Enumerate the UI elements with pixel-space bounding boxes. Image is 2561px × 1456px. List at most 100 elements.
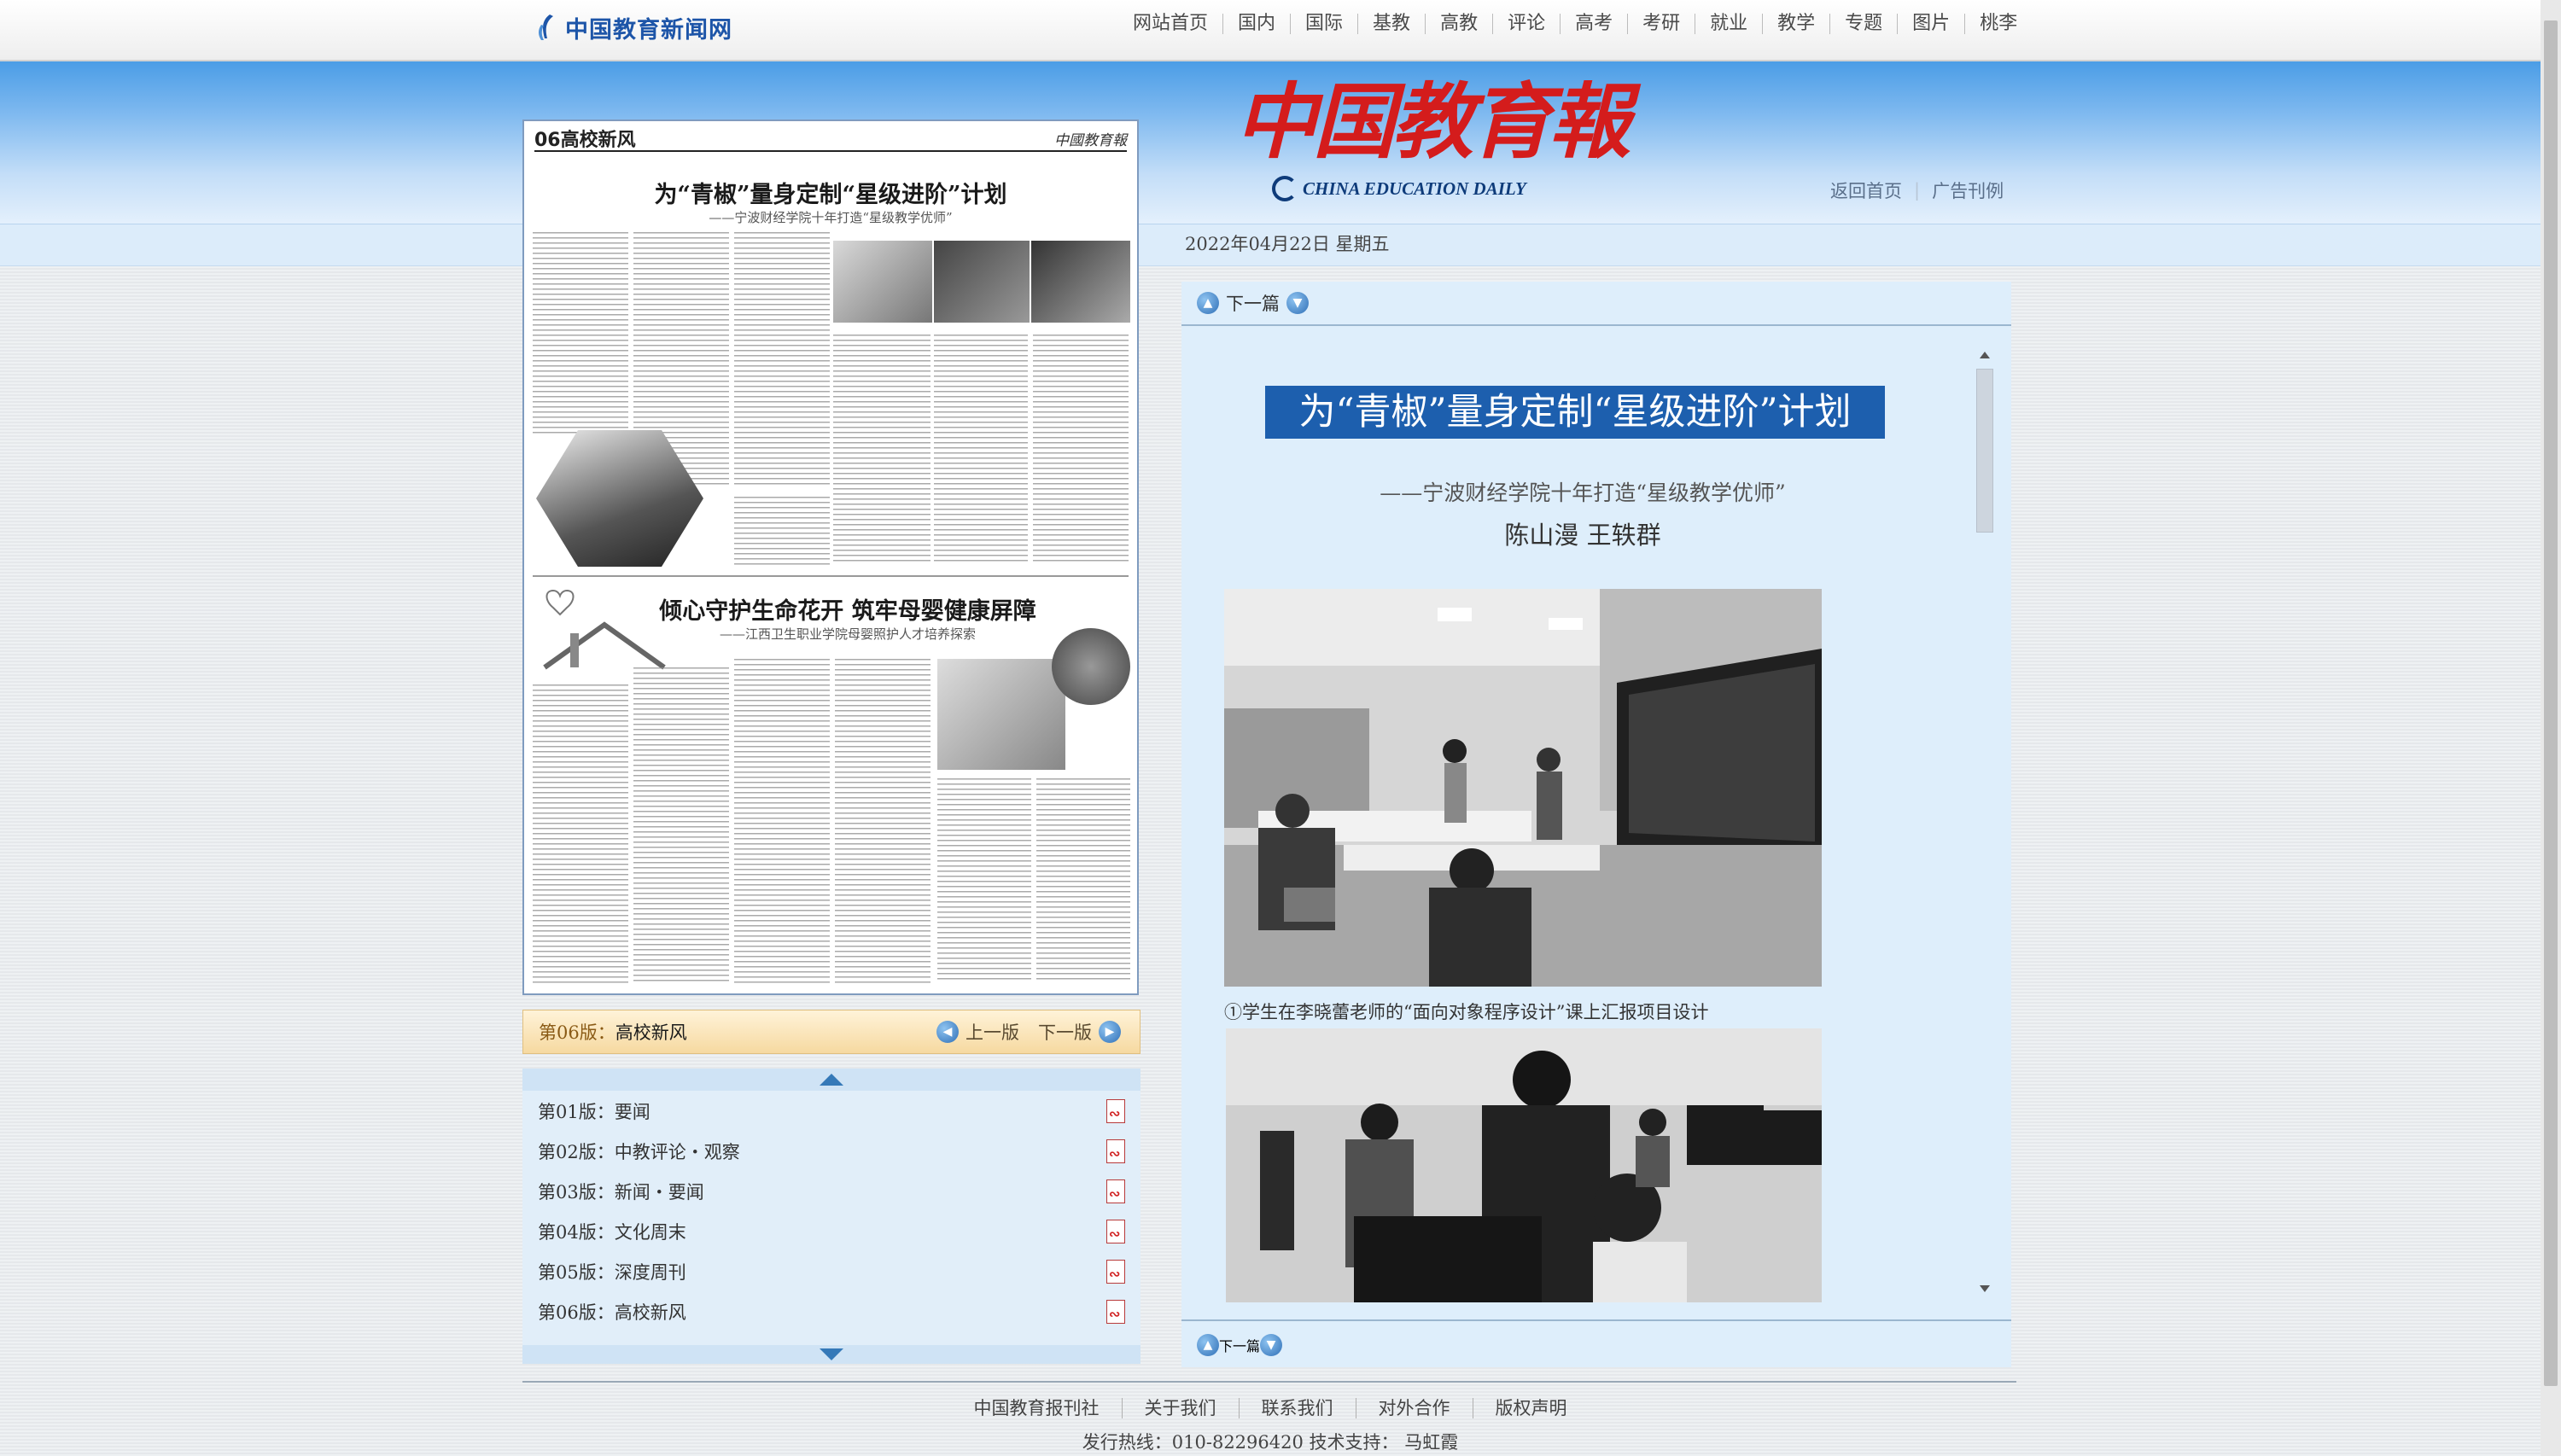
computer-lab-photo (1226, 1028, 1822, 1302)
nav-item-teaching[interactable]: 教学 (1762, 14, 1829, 34)
article-top-toolbar: ▲ 下一篇 ▼ (1181, 282, 2011, 326)
current-page-label: 第06版：高校新风 (539, 1019, 936, 1045)
pdf-icon[interactable]: ∾ (1106, 1220, 1127, 1243)
nav-item-basic-edu[interactable]: 基教 (1357, 14, 1425, 34)
np-mast: 中國教育報 (1054, 131, 1127, 149)
np-headline-1[interactable]: 为“青椒”量身定制“星级进阶”计划 (524, 176, 1137, 209)
article-scrollbar[interactable] (1974, 350, 1996, 1294)
ad-rates-link[interactable]: 广告刊例 (1920, 178, 2016, 203)
page-list-label[interactable]: 第03版：新闻・要闻 (538, 1179, 704, 1204)
footer-divider (522, 1381, 2016, 1383)
prev-circle-icon[interactable]: ▲ (1197, 1334, 1219, 1356)
scroll-thumb[interactable] (1976, 369, 1993, 533)
page-list-scroll-up[interactable] (522, 1069, 1140, 1091)
masthead-title: 中国教育報 (1234, 73, 1631, 170)
top-nav: 网站首页 国内 国际 基教 高教 评论 高考 考研 就业 教学 专题 图片 桃李 (1118, 10, 2032, 38)
site-logo[interactable]: 中国教育新闻网 (536, 10, 732, 44)
np-text-column (833, 335, 930, 565)
np-text-column (533, 684, 628, 983)
article-authors: 陈山漫 王轶群 (1504, 521, 1661, 550)
newspaper-page-thumbnail[interactable]: 06高校新风 中國教育報 为“青椒”量身定制“星级进阶”计划 ——宁波财经学院十… (522, 119, 1139, 995)
np-text-column (633, 667, 729, 983)
np-text-column (835, 659, 930, 983)
footer-link-cooperation[interactable]: 对外合作 (1355, 1398, 1473, 1418)
pdf-icon[interactable]: ∾ (1106, 1139, 1127, 1163)
nav-item-topics[interactable]: 专题 (1829, 14, 1897, 34)
nav-item-home[interactable]: 网站首页 (1118, 14, 1222, 34)
footer-link-about[interactable]: 关于我们 (1121, 1398, 1239, 1418)
current-page-prefix: 第06版： (539, 1022, 615, 1043)
page-list-item[interactable]: 第02版：中教评论・观察 ∾ (538, 1134, 1127, 1168)
article-subtitle: ——宁波财经学院十年打造“星级教学优师” (1380, 480, 1786, 505)
footer-link-press[interactable]: 中国教育报刊社 (952, 1398, 1122, 1418)
nav-item-commentary[interactable]: 评论 (1492, 14, 1560, 34)
footer-contact-line: 发行热线：010-82296420 技术支持： 马虹霞 (1082, 1432, 1459, 1453)
page-list-label[interactable]: 第02版：中教评论・观察 (538, 1139, 740, 1164)
prev-circle-icon[interactable]: ▲ (1197, 292, 1219, 314)
scroll-up-arrow-icon[interactable] (1980, 352, 1990, 358)
window-scrollbar[interactable] (2541, 0, 2561, 1456)
pdf-icon[interactable]: ∾ (1106, 1099, 1127, 1123)
nav-item-gaokao[interactable]: 高考 (1560, 14, 1627, 34)
page-list-item[interactable]: 第01版：要闻 ∾ (538, 1094, 1127, 1128)
page-list-scroll-down[interactable] (522, 1345, 1140, 1364)
page-list-item[interactable]: 第04版：文化周末 ∾ (538, 1214, 1127, 1249)
masthead-en: CHINA EDUCATION DAILY (1272, 176, 1526, 201)
article-photo-2 (1226, 1028, 1822, 1302)
np-photo (937, 659, 1065, 770)
masthead-en-text: CHINA EDUCATION DAILY (1303, 178, 1526, 199)
page-list-label[interactable]: 第04版：文化周末 (538, 1219, 686, 1244)
np-photo (934, 241, 1030, 323)
np-page-header: 06高校新风 中國教育報 (534, 126, 1127, 152)
window-scroll-thumb[interactable] (2544, 20, 2558, 1386)
next-article-link[interactable]: 下一篇 (1226, 290, 1280, 316)
nav-item-kaoyan[interactable]: 考研 (1627, 14, 1695, 34)
arrow-up-icon[interactable] (820, 1074, 843, 1086)
page-list-label[interactable]: 第01版：要闻 (538, 1098, 650, 1124)
back-home-link[interactable]: 返回首页 (1818, 178, 1914, 203)
np-text-column (1036, 778, 1130, 983)
scroll-down-arrow-icon[interactable] (1980, 1285, 1990, 1292)
article-body: 为“青椒”量身定制“星级进阶”计划 ——宁波财经学院十年打造“星级教学优师” 陈… (1181, 341, 2011, 1302)
classroom-photo (1224, 589, 1822, 987)
nav-item-employment[interactable]: 就业 (1695, 14, 1762, 34)
next-page-button[interactable]: 下一版 ▶ (1038, 1019, 1121, 1045)
header-divider: | (1914, 180, 1921, 201)
footer-link-contact[interactable]: 联系我们 (1238, 1398, 1356, 1418)
prev-page-button[interactable]: ◀ 上一版 (936, 1019, 1019, 1045)
page-nav-bar: 第06版：高校新风 ◀ 上一版 下一版 ▶ (522, 1010, 1140, 1054)
next-article-link-bottom[interactable]: 下一篇 (1219, 1335, 1260, 1355)
next-circle-icon[interactable]: ▼ (1286, 292, 1309, 314)
nav-item-international[interactable]: 国际 (1290, 14, 1357, 34)
np-photo (833, 241, 932, 323)
article-panel: ▲ 下一篇 ▼ 为“青椒”量身定制“星级进阶”计划 ——宁波财经学院十年打造“星… (1181, 282, 2011, 1367)
page-list-label[interactable]: 第05版：深度周刊 (538, 1259, 686, 1284)
pdf-icon[interactable]: ∾ (1106, 1179, 1127, 1203)
page-list: 第01版：要闻 ∾ 第02版：中教评论・观察 ∾ 第03版：新闻・要闻 ∾ 第0… (522, 1069, 1140, 1364)
issue-date: 2022年04月22日 星期五 (1185, 234, 1390, 254)
page-list-item[interactable]: 第06版：高校新风 ∾ (538, 1295, 1127, 1329)
footer-link-copyright[interactable]: 版权声明 (1472, 1398, 1590, 1418)
nav-item-domestic[interactable]: 国内 (1222, 14, 1290, 34)
np-text-column (533, 232, 628, 437)
page-list-item[interactable]: 第05版：深度周刊 ∾ (538, 1255, 1127, 1289)
next-circle-icon: ▶ (1099, 1021, 1121, 1043)
masthead-emblem-icon (1272, 176, 1298, 201)
nav-item-taoli[interactable]: 桃李 (1964, 14, 2032, 34)
page-list-item[interactable]: 第03版：新闻・要闻 ∾ (538, 1174, 1127, 1208)
site-logo-text: 中国教育新闻网 (565, 16, 732, 44)
nav-item-higher-edu[interactable]: 高教 (1425, 14, 1492, 34)
article-title: 为“青椒”量身定制“星级进阶”计划 (1265, 386, 1885, 439)
nav-item-pictures[interactable]: 图片 (1897, 14, 1964, 34)
np-text-column (734, 659, 830, 983)
pdf-icon[interactable]: ∾ (1106, 1300, 1127, 1324)
prev-page-label: 上一版 (965, 1022, 1019, 1043)
next-circle-icon[interactable]: ▼ (1260, 1334, 1283, 1356)
np-divider (533, 575, 1129, 577)
arrow-down-icon[interactable] (820, 1348, 843, 1360)
article-photo-1 (1224, 589, 1822, 987)
page-list-label[interactable]: 第06版：高校新风 (538, 1299, 686, 1325)
pdf-icon[interactable]: ∾ (1106, 1260, 1127, 1284)
np-text-column (734, 497, 830, 565)
next-page-label: 下一版 (1038, 1022, 1092, 1043)
